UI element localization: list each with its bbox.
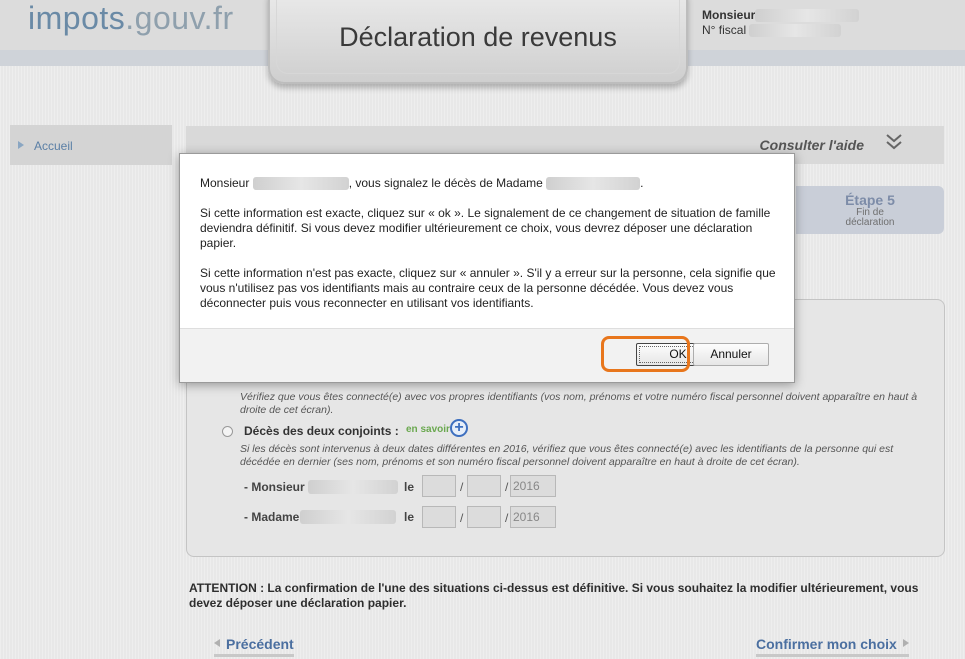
le-label: le xyxy=(404,480,415,494)
sidebar-item-label: Accueil xyxy=(34,139,73,153)
help-link[interactable]: Consulter l'aide xyxy=(760,137,864,153)
step-subtitle: Fin de déclaration xyxy=(845,207,895,228)
triangle-right-icon xyxy=(902,639,909,647)
sidebar-item-accueil[interactable]: Accueil xyxy=(18,139,73,153)
radio-deces-deux-conjoints[interactable] xyxy=(222,426,233,437)
redacted-husband-name xyxy=(252,177,349,191)
madame-day-input[interactable] xyxy=(422,506,456,528)
option1-note: Vérifiez que vous êtes connecté(e) avec … xyxy=(240,391,918,416)
madame-year-input[interactable]: 2016 xyxy=(510,506,556,528)
madame-month-input[interactable] xyxy=(467,506,501,528)
logo-impots: impots xyxy=(28,0,126,36)
triangle-left-icon xyxy=(214,639,220,647)
page-title: Déclaration de revenus xyxy=(339,22,617,52)
dialog-body: Monsieur , vous signalez le décès de Mad… xyxy=(200,176,776,326)
sidebar: Accueil xyxy=(10,125,172,165)
step-indicator: Étape 5 Fin de déclaration xyxy=(796,186,944,234)
le-label: le xyxy=(404,510,415,524)
user-info: Monsieur N° fiscal xyxy=(702,8,860,38)
redacted-user-name xyxy=(755,9,860,23)
confirm-choice-link[interactable]: Confirmer mon choix xyxy=(756,636,909,657)
user-label: Monsieur xyxy=(702,8,756,22)
triangle-right-icon xyxy=(18,141,24,149)
attention-warning: ATTENTION : La confirmation de l'une des… xyxy=(189,581,919,610)
plus-circle-icon[interactable]: + xyxy=(450,419,468,437)
site-logo[interactable]: impots.gouv.fr xyxy=(28,0,234,37)
redacted-madame-name xyxy=(300,510,396,524)
monsieur-year-input[interactable]: 2016 xyxy=(510,475,556,497)
option2-note: Si les décès sont intervenus à deux date… xyxy=(240,443,894,468)
dialog-paragraph-ok: Si cette information est exacte, cliquez… xyxy=(200,206,771,250)
logo-gouv: .gouv.fr xyxy=(125,0,234,36)
fiscal-label: N° fiscal xyxy=(702,23,747,37)
double-chevron-down-icon[interactable] xyxy=(884,132,904,152)
redacted-wife-name xyxy=(546,177,641,191)
dialog-line1: Monsieur , vous signalez le décès de Mad… xyxy=(200,176,644,191)
madame-label: - Madame xyxy=(244,510,300,524)
confirmation-dialog: Monsieur , vous signalez le décès de Mad… xyxy=(179,153,795,383)
dialog-footer: OK Annuler xyxy=(180,328,794,382)
previous-link[interactable]: Précédent xyxy=(214,636,294,657)
monsieur-month-input[interactable] xyxy=(467,475,501,497)
redacted-fiscal-number xyxy=(749,24,842,38)
redacted-monsieur-name xyxy=(308,480,398,494)
cancel-button[interactable]: Annuler xyxy=(693,343,769,366)
ok-button-highlight xyxy=(601,336,690,372)
option2-label: Décès des deux conjoints : xyxy=(244,424,399,438)
en-savoir-link[interactable]: en savoir xyxy=(406,424,450,435)
dialog-paragraph-cancel: Si cette information n'est pas exacte, c… xyxy=(200,266,776,310)
step-title: Étape 5 xyxy=(845,192,895,208)
monsieur-label: - Monsieur xyxy=(244,480,305,494)
monsieur-day-input[interactable] xyxy=(422,475,456,497)
page-title-tab: Déclaration de revenus xyxy=(268,0,688,84)
